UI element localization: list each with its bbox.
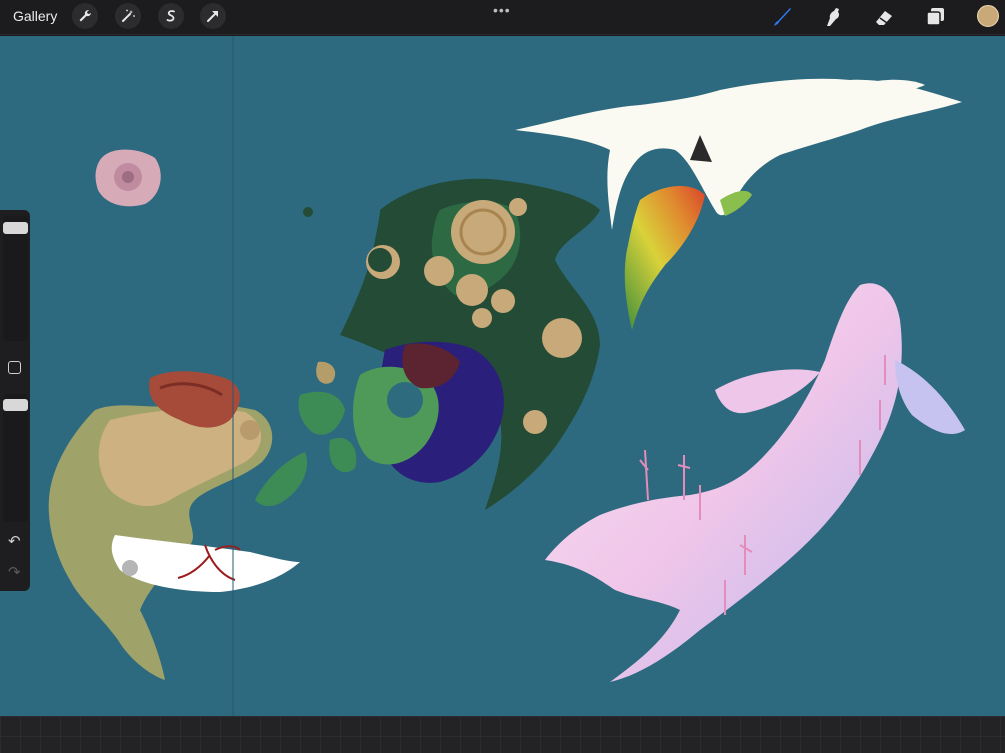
gallery-button[interactable]: Gallery [13, 8, 57, 24]
brush-icon[interactable] [770, 5, 794, 29]
wrench-icon[interactable] [72, 3, 98, 29]
undo-icon[interactable]: ↶ [8, 532, 21, 550]
brush-sidebar: ↶ ↷ [0, 210, 30, 591]
world-map-artwork [48, 36, 965, 716]
swamp-island [353, 341, 504, 483]
layers-icon[interactable] [924, 5, 948, 29]
pink-fish-continent [545, 283, 965, 682]
modify-square-button[interactable] [8, 361, 21, 374]
rose-island [95, 149, 161, 207]
drawing-canvas[interactable] [0, 36, 1005, 716]
opacity-slider[interactable] [3, 394, 28, 522]
selection-s-icon[interactable] [158, 3, 184, 29]
sand-continent [48, 371, 300, 680]
redo-icon[interactable]: ↷ [8, 563, 21, 581]
opacity-thumb[interactable] [3, 399, 28, 411]
workspace-background [0, 716, 1005, 753]
top-toolbar: Gallery ••• [0, 0, 1005, 35]
brush-size-slider[interactable] [3, 216, 28, 341]
brush-size-thumb[interactable] [3, 222, 28, 234]
eraser-icon[interactable] [872, 5, 896, 29]
more-menu-icon[interactable]: ••• [493, 2, 511, 18]
transform-arrow-icon[interactable] [200, 3, 226, 29]
color-swatch-button[interactable] [977, 5, 999, 27]
smudge-icon[interactable] [821, 5, 845, 29]
magic-wand-icon[interactable] [115, 3, 141, 29]
